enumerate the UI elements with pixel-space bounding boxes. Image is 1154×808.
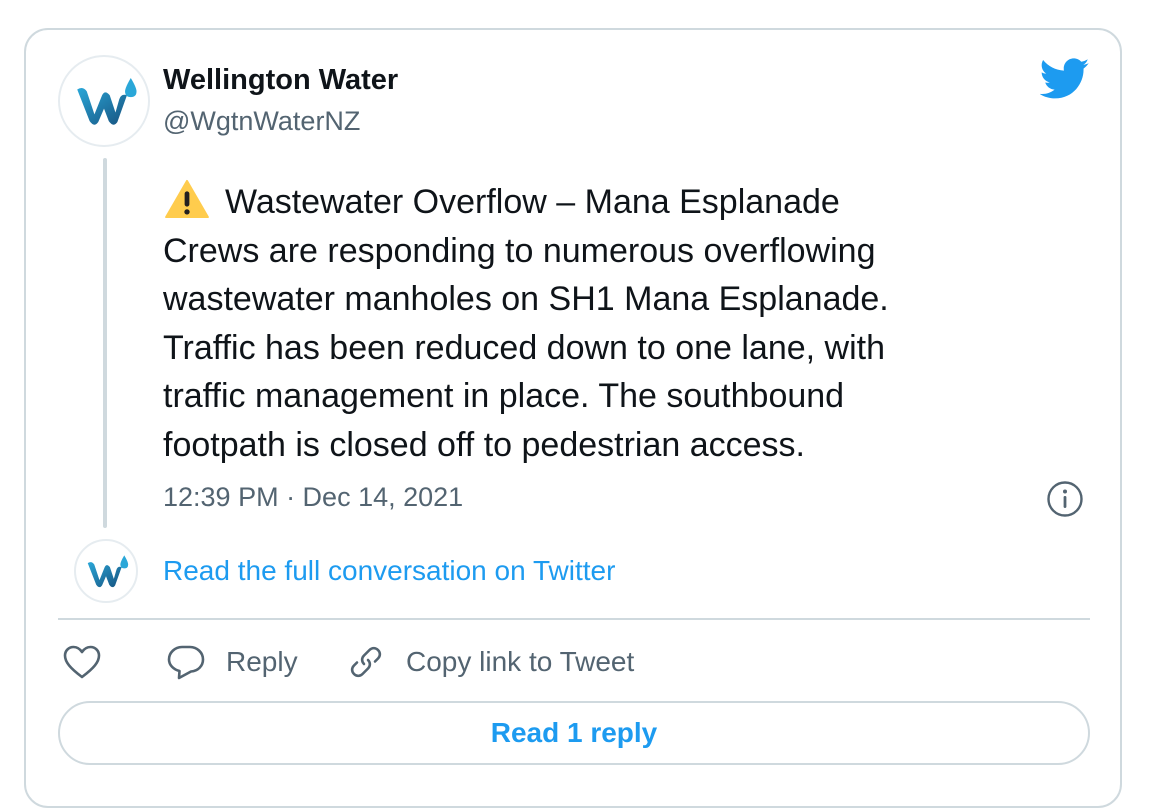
tweet-line-2: Crews are responding to numerous overflo… bbox=[163, 231, 876, 270]
divider bbox=[58, 618, 1090, 620]
read-full-conversation-link[interactable]: Read the full conversation on Twitter bbox=[163, 555, 615, 587]
author-handle[interactable]: @WgtnWaterNZ bbox=[163, 106, 360, 137]
reply-bubble-icon bbox=[167, 645, 205, 680]
wellington-water-logo bbox=[87, 555, 129, 588]
link-icon bbox=[350, 646, 382, 678]
wellington-water-logo bbox=[77, 78, 137, 125]
tweet-line-1-text: Wastewater Overflow – Mana Esplanade bbox=[225, 183, 840, 221]
tweet-line-6: footpath is closed off to pedestrian acc… bbox=[163, 425, 805, 464]
info-icon[interactable] bbox=[1046, 480, 1084, 518]
heart-icon[interactable] bbox=[62, 643, 102, 681]
author-name[interactable]: Wellington Water bbox=[163, 64, 398, 97]
reply-button[interactable]: Reply bbox=[166, 640, 298, 684]
tweet-text: Wastewater Overflow – Mana Esplanade Cre… bbox=[163, 178, 1043, 469]
copy-link-label: Copy link to Tweet bbox=[406, 646, 635, 677]
copy-link-button[interactable]: Copy link to Tweet bbox=[346, 640, 634, 684]
avatar[interactable] bbox=[58, 55, 150, 147]
read-replies-button[interactable]: Read 1 reply bbox=[58, 701, 1090, 765]
tweet-timestamp[interactable]: 12:39 PM · Dec 14, 2021 bbox=[163, 482, 463, 513]
warning-icon bbox=[165, 179, 209, 219]
thread-line bbox=[103, 158, 107, 528]
tweet-line-3: wastewater manholes on SH1 Mana Esplanad… bbox=[163, 280, 889, 318]
tweet-line-5: traffic management in place. The southbo… bbox=[163, 377, 845, 415]
avatar-small[interactable] bbox=[74, 539, 138, 603]
tweet-line-1: Wastewater Overflow – Mana Esplanade bbox=[163, 178, 1043, 227]
reply-label: Reply bbox=[226, 646, 298, 677]
tweet-line-4: Traffic has been reduced down to one lan… bbox=[163, 328, 886, 367]
twitter-bird-icon[interactable] bbox=[1040, 58, 1090, 100]
